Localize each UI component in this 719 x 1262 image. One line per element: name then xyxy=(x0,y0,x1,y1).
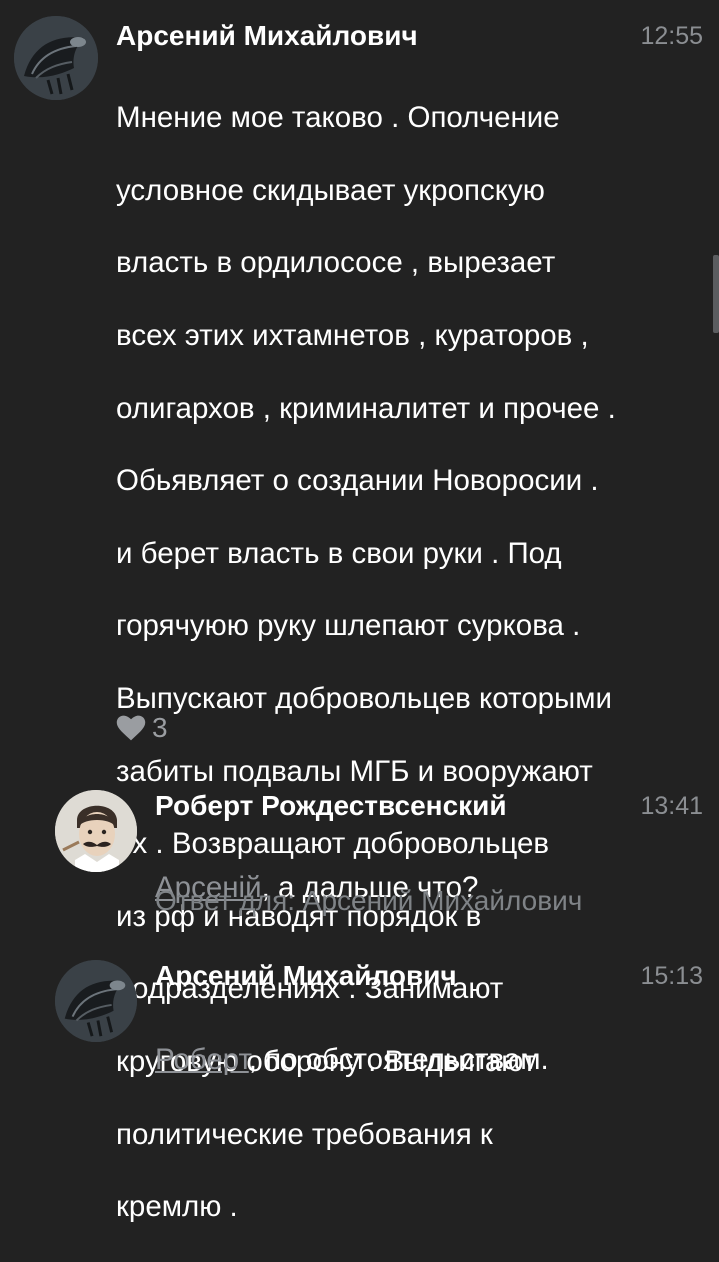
comment-1: Арсений Михайлович 12:55 Мнение мое тако… xyxy=(0,0,719,1223)
likes-count: 3 xyxy=(152,712,168,743)
like-button[interactable]: 3 xyxy=(116,712,168,744)
comment-text-line: Мнение мое таково . Ополчение xyxy=(116,101,560,135)
comment-text-line: и берет власть в свои руки . Под xyxy=(116,536,562,570)
comment-text: Роберт, по обстоятельствам. xyxy=(155,1006,549,1115)
comment-text-line: Выпускают добровольцев которыми xyxy=(116,682,612,716)
comment-author[interactable]: Арсений Михайлович xyxy=(155,959,457,993)
comment-time: 13:41 xyxy=(640,792,703,820)
heart-icon xyxy=(116,715,146,741)
mustache-man-avatar-icon xyxy=(55,790,137,872)
comment-time: 12:55 xyxy=(640,22,703,50)
comment-author[interactable]: Роберт Рождествсенский xyxy=(155,789,507,823)
comment-3: Арсений Михайлович 15:13 Роберт, по обст… xyxy=(0,940,719,1076)
comment-author[interactable]: Арсений Михайлович xyxy=(116,19,418,53)
avatar[interactable] xyxy=(55,960,137,1042)
alien-avatar-icon xyxy=(55,960,137,1042)
comment-text-line: Обьявляет о создании Новоросии . xyxy=(116,464,599,498)
avatar[interactable] xyxy=(55,790,137,872)
avatar[interactable] xyxy=(14,16,98,100)
comment-time: 15:13 xyxy=(640,962,703,990)
alien-avatar-icon xyxy=(14,16,98,100)
comment-text-line: политические требования к xyxy=(116,1117,493,1151)
mention-link[interactable]: Роберт xyxy=(155,1043,249,1076)
comment-2: Роберт Рождествсенский 13:41 Арсеній, а … xyxy=(0,770,719,940)
scrollbar[interactable] xyxy=(713,255,719,333)
comment-text-line: горячуюю руку шлепают суркова . xyxy=(116,609,581,643)
reply-to-label[interactable]: Ответ для: Арсений Михайлович xyxy=(155,884,582,918)
comment-text-line: условное скидывает укропскую xyxy=(116,173,545,207)
comment-text-line: олигархов , криминалитет и прочее . xyxy=(116,391,616,425)
comment-text-line: всех этих ихтамнетов , кураторов , xyxy=(116,319,589,353)
comment-text-line: кремлю . xyxy=(116,1190,238,1224)
comment-text-content: , по обстоятельствам. xyxy=(248,1043,549,1077)
comment-text-line: власть в ордилососе , вырезает xyxy=(116,246,556,280)
